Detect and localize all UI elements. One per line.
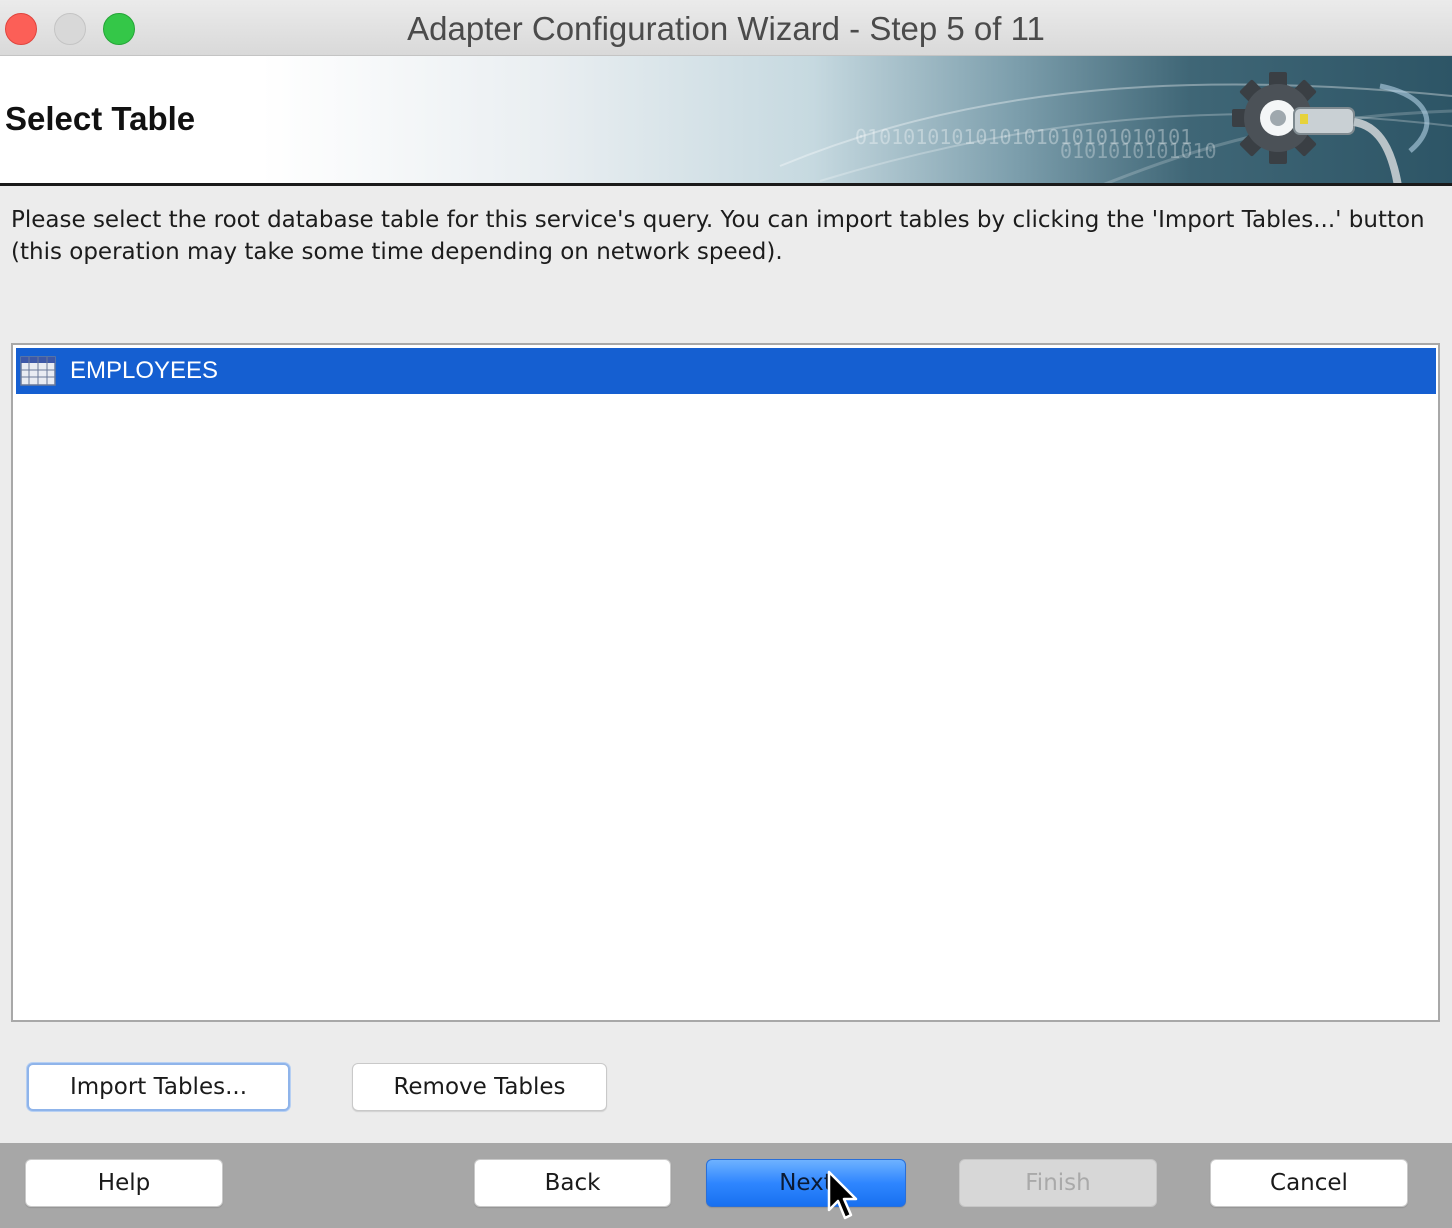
table-name-label: EMPLOYEES [70,357,219,384]
window-title: Adapter Configuration Wizard - Step 5 of… [407,10,1045,47]
banner-binary-line2: 0101010101010 [1060,139,1217,163]
import-tables-button[interactable]: Import Tables... [27,1063,290,1111]
help-button[interactable]: Help [25,1159,223,1207]
wizard-footer: Help Back Next Finish Cancel [0,1143,1452,1228]
wizard-banner: 0101010101010101010101010101 01010101010… [0,56,1452,186]
table-list[interactable]: EMPLOYEES [11,343,1440,1022]
window-titlebar: Adapter Configuration Wizard - Step 5 of… [0,0,1452,56]
finish-button[interactable]: Finish [959,1159,1157,1207]
cancel-button[interactable]: Cancel [1210,1159,1408,1207]
banner-decoration: 0101010101010101010101010101 01010101010… [779,72,1452,183]
table-list-item-employees[interactable]: EMPLOYEES [16,348,1436,394]
page-title: Select Table [5,100,196,137]
instructions-text: Please select the root database table fo… [11,207,1425,265]
back-button[interactable]: Back [474,1159,671,1207]
remove-tables-button[interactable]: Remove Tables [352,1063,607,1111]
mouse-cursor-icon [827,1170,858,1220]
table-grid-icon [20,356,56,386]
next-button[interactable]: Next [706,1159,906,1207]
